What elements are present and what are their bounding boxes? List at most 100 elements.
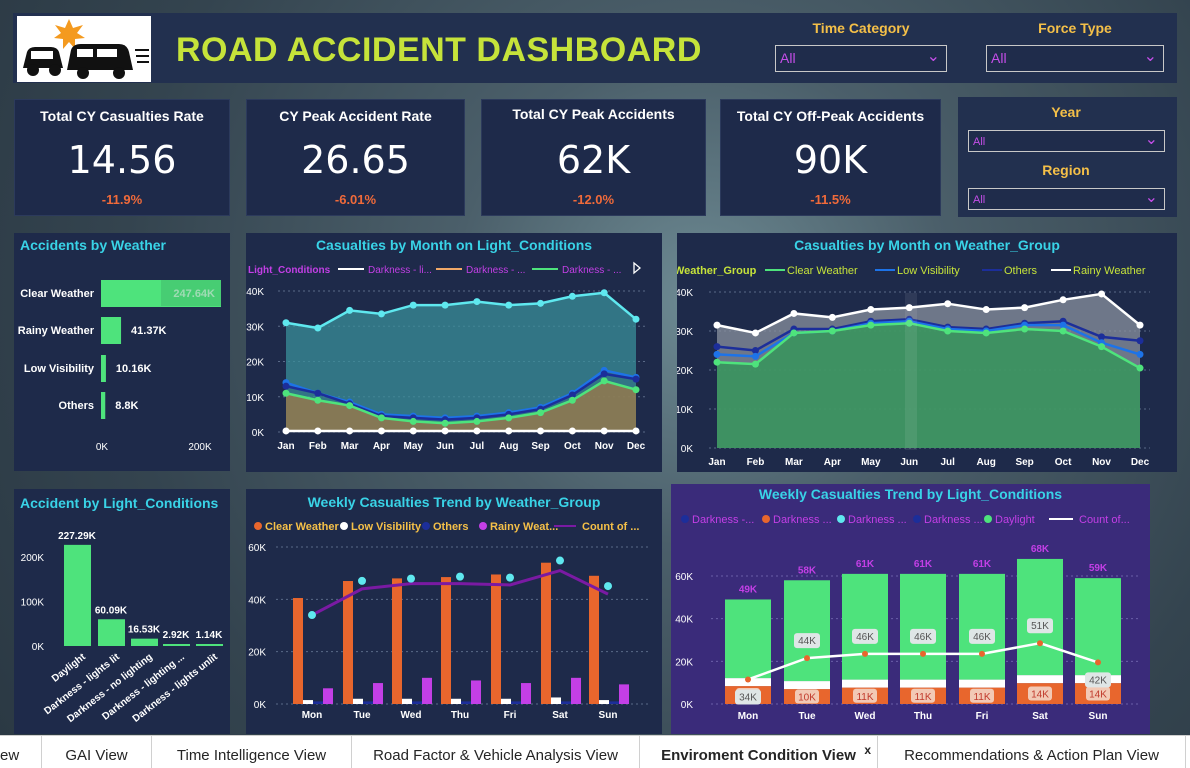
x-tick-label: Tue xyxy=(353,710,370,721)
series-point xyxy=(409,427,417,435)
y-tick-label: 20K xyxy=(248,648,266,659)
weekly-light-chart[interactable]: 60K40K20K0K49K12KMon58K10KTue61K11KWed61… xyxy=(671,484,1150,734)
series-point xyxy=(346,427,354,435)
series-point xyxy=(751,352,759,360)
legend-swatch xyxy=(479,522,487,530)
tab-environment-condition[interactable]: Enviroment Condition View x xyxy=(640,736,878,768)
weekly-weather-bar xyxy=(392,578,402,704)
year-dropdown[interactable]: All ⌄ xyxy=(968,130,1165,152)
series-point xyxy=(944,300,952,308)
daylight-data-label: 51K xyxy=(1031,621,1049,632)
page-title: ROAD ACCIDENT DASHBOARD xyxy=(176,31,702,69)
legend-label: Darkness -... xyxy=(692,514,754,526)
stack-white xyxy=(1017,675,1063,684)
x-tick-label: Jan xyxy=(708,457,725,468)
daylight-data-label: 46K xyxy=(973,632,991,643)
bar-data-label: 41.37K xyxy=(131,325,167,337)
count-point xyxy=(358,576,366,585)
month-light-area-chart[interactable]: 40K 30K 20K 10K 0K Jan Feb Mar Apr May Jun Jul Aug Se… xyxy=(246,233,662,472)
top-filters: Time Category All ⌄ Force Type All ⌄ xyxy=(770,13,1177,83)
weather-bar-chart[interactable]: Clear Weather247.64KRainy Weather41.37KL… xyxy=(14,233,230,471)
month-light-panel: Casualties by Month on Light_Conditions … xyxy=(246,233,662,472)
legend-swatch xyxy=(913,515,921,523)
series-point xyxy=(790,329,798,337)
month-weather-panel: Casualties by Month on Weather_Group 40K… xyxy=(677,233,1177,472)
logo xyxy=(17,16,151,82)
weekly-weather-chart[interactable]: 60K 40K 20K 0K Mon Tue Wed Thu Fri Sat Sun Clear We… xyxy=(246,489,662,734)
stack-daylight xyxy=(784,580,830,682)
weekly-weather-bar xyxy=(353,698,363,704)
time-category-dropdown[interactable]: All ⌄ xyxy=(775,45,947,72)
weekly-weather-bar xyxy=(373,683,383,704)
x-tick-label: Dec xyxy=(627,441,646,452)
x-tick-label: May xyxy=(861,457,881,468)
bar-data-label: 2.92K xyxy=(163,630,190,641)
legend-label: Clear Weather xyxy=(787,265,858,277)
y-tick-label: 200K xyxy=(21,553,45,564)
series-point xyxy=(713,343,721,351)
bar-data-label: 10.16K xyxy=(116,363,152,375)
x-tick-label: Sat xyxy=(552,710,568,721)
tab-time-intelligence[interactable]: Time Intelligence View xyxy=(152,736,352,768)
series-point xyxy=(867,306,875,314)
series-point xyxy=(828,313,836,321)
x-tick-label: Sep xyxy=(1015,457,1033,468)
region-value: All xyxy=(973,194,986,206)
x-tick-label: Thu xyxy=(451,710,469,721)
close-icon[interactable]: x xyxy=(864,730,871,768)
series-point xyxy=(282,427,290,435)
x-tick-label: Jul xyxy=(941,457,956,468)
series-point xyxy=(314,324,322,332)
weekly-weather-bar xyxy=(541,562,551,704)
weekly-weather-bar xyxy=(412,701,422,704)
count-point xyxy=(456,572,464,581)
orange-data-label: 11K xyxy=(856,692,873,703)
tab-gai-view[interactable]: GAI View xyxy=(42,736,152,768)
series-point xyxy=(537,409,545,417)
x-tick-label: Fri xyxy=(504,710,517,721)
force-type-dropdown[interactable]: All ⌄ xyxy=(986,45,1164,72)
tab-road-factor[interactable]: Road Factor & Vehicle Analysis View xyxy=(352,736,640,768)
series-point xyxy=(568,292,576,300)
y-tick-label: 100K xyxy=(21,598,45,609)
legend-label: Darkness - li... xyxy=(368,265,432,276)
kpi-delta: -12.0% xyxy=(572,192,615,207)
bar-data-label: 8.8K xyxy=(115,400,138,412)
tab-recommendations[interactable]: Recommendations & Action Plan View xyxy=(878,736,1186,768)
daylight-data-label: 46K xyxy=(914,632,932,643)
year-label: Year xyxy=(1051,104,1081,120)
daylight-data-label: 34K xyxy=(739,692,757,703)
stack-daylight xyxy=(959,573,1005,680)
bar-category-label: Clear Weather xyxy=(20,288,94,300)
x-tick-label: Sat xyxy=(1032,711,1048,722)
series-point xyxy=(1098,290,1106,298)
series-point xyxy=(377,414,385,422)
kpi-label: CY Peak Accident Rate xyxy=(279,108,432,124)
chevron-down-icon: ⌄ xyxy=(1144,131,1158,148)
light-bar xyxy=(64,544,91,646)
count-point xyxy=(745,676,751,683)
series-point xyxy=(982,306,990,314)
month-weather-area-chart[interactable]: 40K 30K 20K 10K 0K Jan Feb Mar Apr May Jun Jul Aug Se… xyxy=(677,233,1177,472)
weekly-weather-bar xyxy=(599,700,609,704)
y-tick-label: 20K xyxy=(677,366,693,377)
weekly-weather-panel: Weekly Casualties Trend by Weather_Group… xyxy=(246,489,662,734)
light-bar-chart[interactable]: 200K100K0K227.29KDaylight60.09KDarkness … xyxy=(14,489,230,734)
kpi-card-offpeak-accidents: Total CY Off-Peak Accidents 90K -11.5% xyxy=(720,99,941,216)
y-tick-label: 0K xyxy=(681,700,694,711)
series-point xyxy=(1059,327,1067,335)
weekly-weather-bar xyxy=(303,700,313,704)
series-point xyxy=(568,396,576,404)
legend-label: Darkness ... xyxy=(924,514,983,526)
weekly-weather-bar xyxy=(422,677,432,704)
weekly-weather-bar xyxy=(323,688,333,704)
legend-label: Clear Weather xyxy=(265,521,339,533)
page-tabs: ew GAI View Time Intelligence View Road … xyxy=(0,735,1190,768)
series-point xyxy=(751,329,759,337)
tab-view-partial[interactable]: ew xyxy=(0,736,42,768)
weekly-weather-bar xyxy=(501,698,511,704)
bar-data-label: 16.53K xyxy=(128,625,161,636)
series-point xyxy=(713,350,721,358)
region-dropdown[interactable]: All ⌄ xyxy=(968,188,1165,210)
series-point xyxy=(314,396,322,404)
